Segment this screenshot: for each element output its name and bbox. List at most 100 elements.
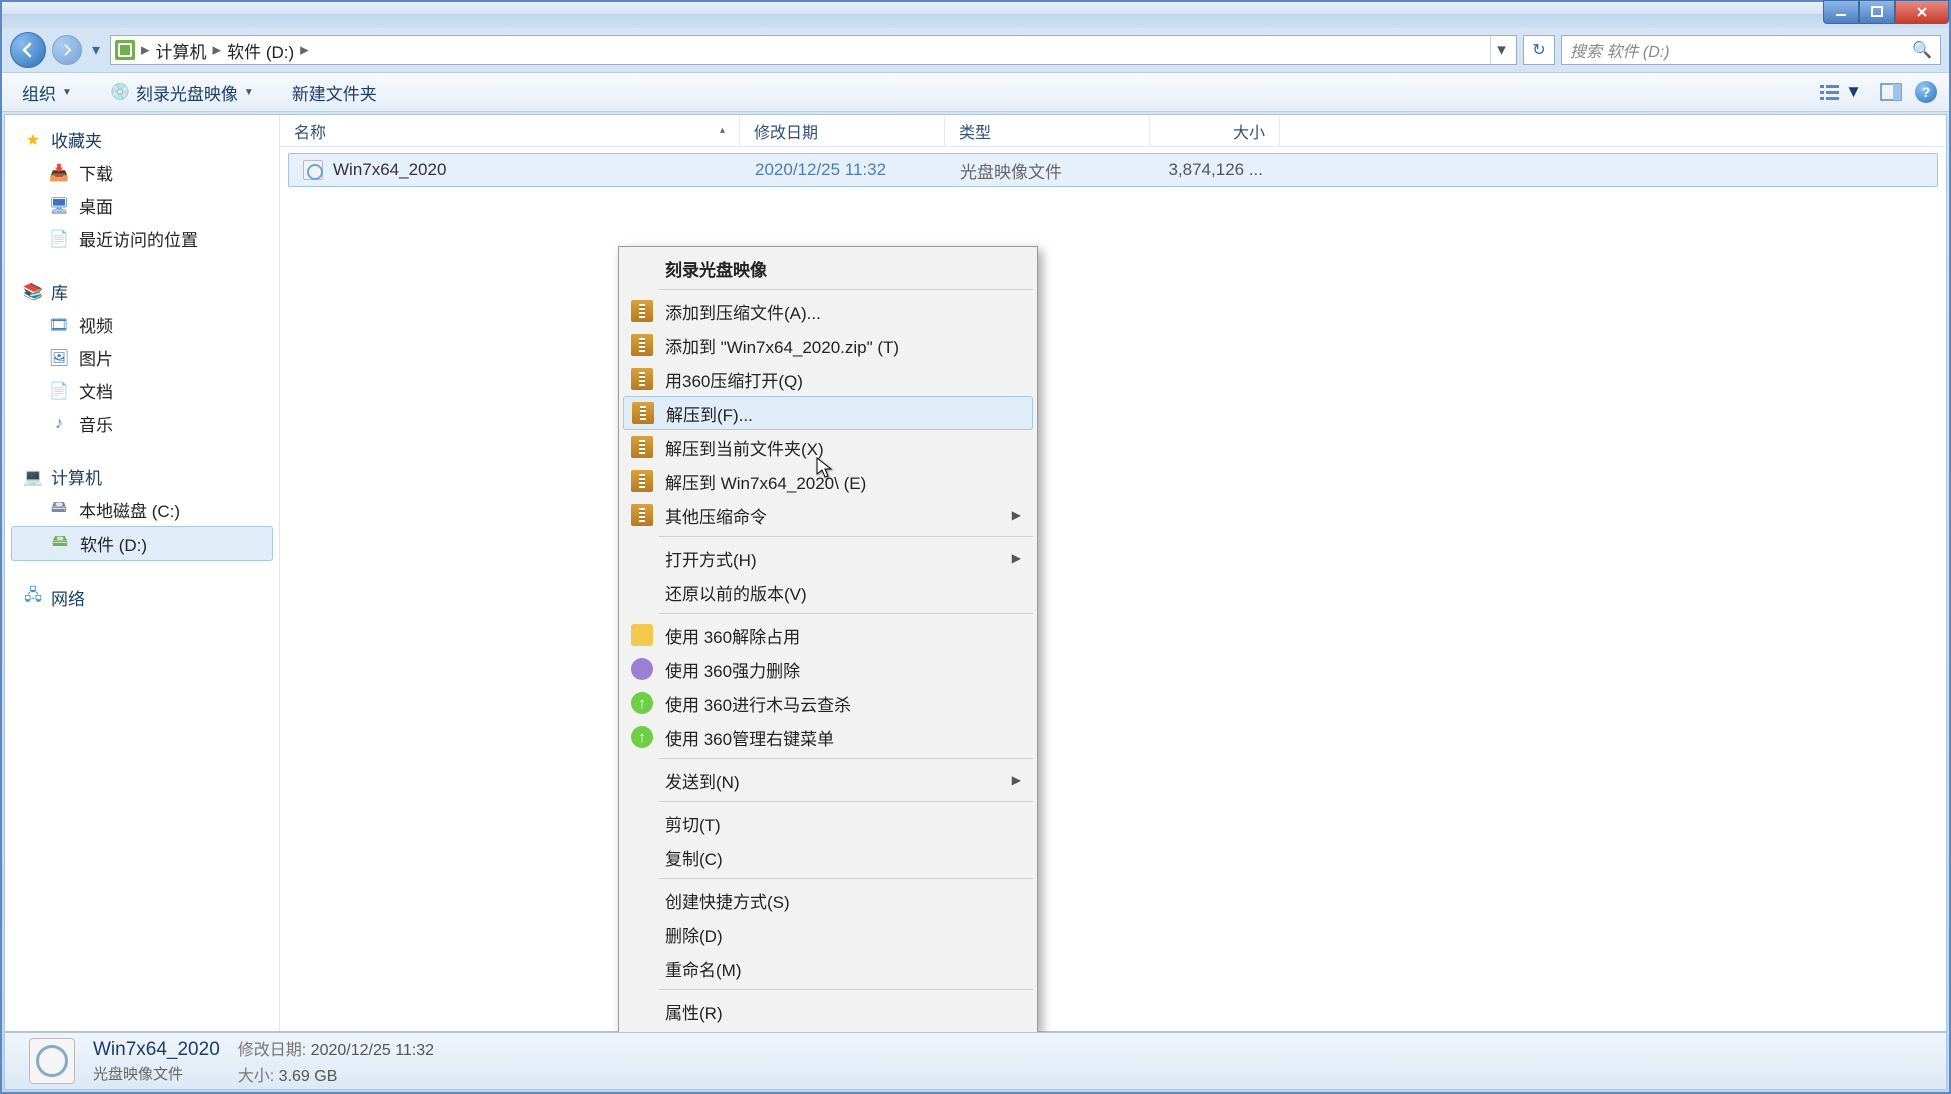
file-date: 2020/12/25 11:32: [741, 160, 946, 180]
nav-history-dropdown[interactable]: ▾: [88, 35, 104, 65]
ctx-extract-to[interactable]: 解压到(F)...: [623, 396, 1033, 430]
file-size: 3,874,126 ...: [1151, 160, 1277, 180]
file-thumbnail-icon: [29, 1038, 75, 1084]
details-size: 3.69 GB: [279, 1068, 338, 1085]
view-options-button[interactable]: ▼: [1814, 79, 1867, 105]
disc-icon: 💿: [110, 82, 130, 102]
star-icon: ★: [23, 130, 43, 150]
ctx-burn-image[interactable]: 刻录光盘映像: [621, 251, 1035, 285]
ctx-360-unlock[interactable]: 使用 360解除占用: [621, 618, 1035, 652]
maximize-button[interactable]: [1859, 0, 1895, 24]
search-input[interactable]: 搜索 软件 (D:) 🔍: [1561, 35, 1941, 65]
document-icon: 📄: [49, 381, 69, 401]
360-icon: ↑: [631, 726, 653, 748]
forward-button[interactable]: [52, 35, 82, 65]
details-filename: Win7x64_2020: [93, 1039, 220, 1061]
download-icon: 📥: [49, 163, 69, 183]
sidebar-libraries[interactable]: 📚库: [5, 275, 279, 308]
column-name[interactable]: 名称▴: [280, 115, 740, 146]
burn-disc-button[interactable]: 💿 刻录光盘映像▼: [102, 76, 262, 109]
360-icon: [631, 658, 653, 680]
video-icon: 🎞: [49, 315, 69, 335]
file-name: Win7x64_2020: [333, 160, 446, 180]
sidebar-local-c[interactable]: 🖴本地磁盘 (C:): [5, 493, 279, 526]
help-button[interactable]: ?: [1915, 81, 1937, 103]
ctx-add-zip[interactable]: 添加到 "Win7x64_2020.zip" (T): [621, 328, 1035, 362]
back-button[interactable]: [10, 32, 46, 68]
breadcrumb-drive[interactable]: 软件 (D:): [227, 38, 294, 63]
preview-pane-icon: [1880, 83, 1902, 101]
details-filetype: 光盘映像文件: [93, 1063, 220, 1084]
column-size[interactable]: 大小: [1150, 115, 1280, 146]
ctx-open-with[interactable]: 打开方式(H)▶: [621, 541, 1035, 575]
ctx-extract-folder[interactable]: 解压到 Win7x64_2020\ (E): [621, 464, 1035, 498]
ctx-send-to[interactable]: 发送到(N)▶: [621, 763, 1035, 797]
recent-icon: 📄: [49, 229, 69, 249]
ctx-copy[interactable]: 复制(C): [621, 840, 1035, 874]
sidebar-computer[interactable]: 💻计算机: [5, 460, 279, 493]
sidebar-software-d[interactable]: 🖴软件 (D:): [11, 526, 273, 561]
sidebar-documents[interactable]: 📄文档: [5, 374, 279, 407]
sidebar-videos[interactable]: 🎞视频: [5, 308, 279, 341]
360-icon: [631, 624, 653, 646]
archive-icon: [631, 334, 653, 356]
iso-file-icon: [303, 160, 323, 180]
column-date[interactable]: 修改日期: [740, 115, 945, 146]
view-list-icon: [1819, 83, 1841, 101]
sidebar-network[interactable]: 🖧网络: [5, 581, 279, 614]
column-headers: 名称▴ 修改日期 类型 大小: [280, 115, 1946, 147]
ctx-360-menu[interactable]: ↑使用 360管理右键菜单: [621, 720, 1035, 754]
computer-icon: 💻: [23, 467, 43, 487]
address-dropdown[interactable]: ▾: [1490, 36, 1512, 64]
ctx-other-compress[interactable]: 其他压缩命令▶: [621, 498, 1035, 532]
sidebar-pictures[interactable]: 🖼图片: [5, 341, 279, 374]
archive-icon: [632, 402, 654, 424]
new-folder-button[interactable]: 新建文件夹: [284, 76, 385, 109]
refresh-button[interactable]: ↻: [1523, 35, 1555, 65]
archive-icon: [631, 470, 653, 492]
address-bar[interactable]: ▸ 计算机 ▸ 软件 (D:) ▸ ▾: [110, 35, 1517, 65]
ctx-extract-here[interactable]: 解压到当前文件夹(X): [621, 430, 1035, 464]
360-icon: ↑: [631, 692, 653, 714]
search-placeholder: 搜索 软件 (D:): [1570, 38, 1670, 62]
file-type: 光盘映像文件: [946, 158, 1151, 183]
details-pane: Win7x64_2020 光盘映像文件 修改日期: 2020/12/25 11:…: [4, 1032, 1947, 1090]
title-bar: [2, 2, 1949, 28]
ctx-properties[interactable]: 属性(R): [621, 994, 1035, 1028]
sidebar-downloads[interactable]: 📥下载: [5, 156, 279, 189]
hdd-icon: 🖴: [50, 534, 70, 554]
sidebar-favorites[interactable]: ★收藏夹: [5, 123, 279, 156]
ctx-open-360zip[interactable]: 用360压缩打开(Q): [621, 362, 1035, 396]
ctx-360-force-delete[interactable]: 使用 360强力删除: [621, 652, 1035, 686]
ctx-add-archive[interactable]: 添加到压缩文件(A)...: [621, 294, 1035, 328]
file-row[interactable]: Win7x64_2020 2020/12/25 11:32 光盘映像文件 3,8…: [288, 153, 1938, 187]
ctx-restore-version[interactable]: 还原以前的版本(V): [621, 575, 1035, 609]
submenu-arrow-icon: ▶: [1012, 508, 1021, 522]
sidebar-recent[interactable]: 📄最近访问的位置: [5, 222, 279, 255]
ctx-shortcut[interactable]: 创建快捷方式(S): [621, 883, 1035, 917]
preview-pane-button[interactable]: [1875, 80, 1907, 104]
ctx-cut[interactable]: 剪切(T): [621, 806, 1035, 840]
picture-icon: 🖼: [49, 348, 69, 368]
drive-icon: [115, 40, 135, 60]
ctx-360-scan[interactable]: ↑使用 360进行木马云查杀: [621, 686, 1035, 720]
music-icon: ♪: [49, 414, 69, 434]
organize-button[interactable]: 组织▼: [14, 76, 80, 109]
archive-icon: [631, 368, 653, 390]
submenu-arrow-icon: ▶: [1012, 773, 1021, 787]
details-modified: 2020/12/25 11:32: [311, 1042, 434, 1059]
navigation-pane: ★收藏夹 📥下载 🖥桌面 📄最近访问的位置 📚库 🎞视频 🖼图片 📄文档 ♪音乐…: [5, 115, 280, 1031]
sidebar-music[interactable]: ♪音乐: [5, 407, 279, 440]
ctx-delete[interactable]: 删除(D): [621, 917, 1035, 951]
close-button[interactable]: [1895, 0, 1949, 24]
submenu-arrow-icon: ▶: [1012, 551, 1021, 565]
column-type[interactable]: 类型: [945, 115, 1150, 146]
sidebar-desktop[interactable]: 🖥桌面: [5, 189, 279, 222]
minimize-button[interactable]: [1823, 0, 1859, 24]
archive-icon: [631, 436, 653, 458]
breadcrumb-computer[interactable]: 计算机: [156, 38, 207, 63]
ctx-rename[interactable]: 重命名(M): [621, 951, 1035, 985]
search-icon: 🔍: [1912, 40, 1932, 60]
context-menu: 刻录光盘映像 添加到压缩文件(A)... 添加到 "Win7x64_2020.z…: [618, 246, 1038, 1033]
archive-icon: [631, 300, 653, 322]
